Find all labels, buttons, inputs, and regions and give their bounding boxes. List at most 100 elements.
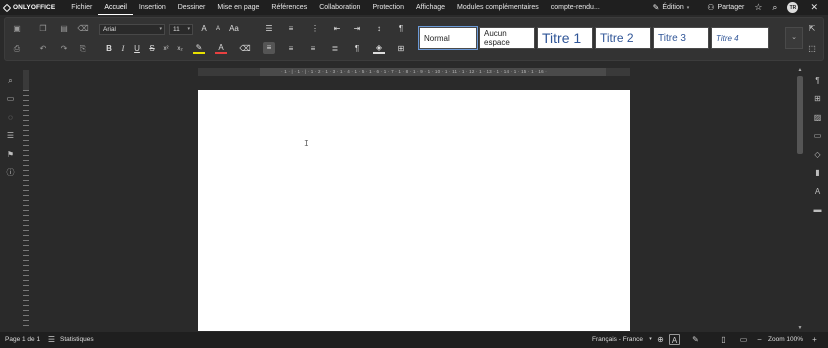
text-art-icon[interactable]: A — [812, 186, 823, 197]
font-name-select[interactable]: Arial ▾ — [99, 24, 165, 35]
table-settings-icon[interactable]: ⊞ — [812, 93, 823, 104]
favorite-star-icon[interactable]: ☆ — [754, 2, 762, 13]
navigation-icon[interactable]: ☰ — [5, 130, 16, 141]
menu-accueil[interactable]: Accueil — [98, 0, 133, 15]
user-icon: ⚇ — [707, 3, 715, 12]
superscript-icon[interactable]: x² — [160, 43, 172, 55]
image-settings-icon[interactable]: ▨ — [812, 112, 823, 123]
shape-settings-icon[interactable]: ◇ — [812, 149, 823, 160]
share-button[interactable]: ⚇ Partager — [707, 3, 744, 12]
eraser-icon[interactable]: ⌫ — [239, 43, 251, 55]
signature-icon[interactable]: ▬ — [812, 204, 823, 215]
chat-icon[interactable]: ◌ — [5, 112, 16, 123]
document-title[interactable]: compte-rendu... — [545, 0, 606, 15]
bullet-list-icon[interactable]: ☰ — [263, 23, 275, 35]
scroll-up-icon[interactable]: ▲ — [796, 66, 804, 74]
edit-mode-button[interactable]: ✎ Édition ▾ — [653, 3, 690, 12]
statistics-button[interactable]: Statistiques — [60, 332, 94, 348]
style-heading-2[interactable]: Titre 2 — [595, 27, 651, 49]
nonprinting-chars-icon[interactable]: ¶ — [351, 43, 363, 55]
about-icon[interactable]: ⓘ — [5, 167, 16, 178]
app-logo: ONLYOFFICE — [2, 3, 55, 12]
style-heading-3[interactable]: Titre 3 — [653, 27, 709, 49]
menu-insertion[interactable]: Insertion — [133, 0, 172, 15]
zoom-out-icon[interactable]: − — [754, 334, 765, 345]
vertical-ruler[interactable] — [23, 90, 29, 330]
menu-references[interactable]: Références — [265, 0, 313, 15]
menu-collaboration[interactable]: Collaboration — [313, 0, 366, 15]
copy-style-right-icon[interactable]: ⇱ — [806, 23, 818, 35]
page-info[interactable]: Page 1 de 1 — [5, 332, 40, 348]
document-language-icon[interactable]: ⊕ — [655, 334, 666, 345]
print-icon[interactable]: ⎙ — [11, 43, 23, 55]
select-all-icon[interactable]: ⬚ — [806, 43, 818, 55]
comments-icon[interactable]: ▭ — [5, 93, 16, 104]
paragraph-settings-icon[interactable]: ¶ — [812, 75, 823, 86]
language-select[interactable]: Français - France — [592, 332, 643, 348]
line-spacing-icon[interactable]: ↕ — [373, 23, 385, 35]
decrease-indent-icon[interactable]: ⇤ — [331, 23, 343, 35]
scroll-down-icon[interactable]: ▼ — [796, 324, 804, 332]
search-icon[interactable]: ⌕ — [772, 2, 777, 13]
header-footer-icon[interactable]: ▭ — [812, 130, 823, 141]
document-page[interactable]: I — [198, 90, 630, 331]
redo-icon[interactable]: ↷ — [58, 43, 70, 55]
clear-formatting-icon[interactable]: ⌫ — [77, 23, 89, 35]
undo-icon[interactable]: ↶ — [37, 43, 49, 55]
decrease-font-icon[interactable]: A — [212, 23, 224, 35]
font-size-select[interactable]: 11 ▾ — [169, 24, 193, 35]
align-right-icon[interactable]: ≡ — [307, 43, 319, 55]
paste-icon[interactable]: ▤ — [58, 23, 70, 35]
close-icon[interactable]: ✕ — [810, 2, 818, 13]
italic-icon[interactable]: I — [117, 43, 129, 55]
copy-style-icon[interactable]: ⎘ — [77, 43, 89, 55]
scrollbar-thumb[interactable] — [797, 76, 803, 154]
align-center-icon[interactable]: ≡ — [285, 43, 297, 55]
vertical-scrollbar[interactable]: ▲ ▼ — [796, 66, 804, 332]
shading-icon[interactable]: ◈ — [373, 42, 385, 54]
font-color-icon[interactable]: A — [215, 42, 227, 54]
zoom-level[interactable]: Zoom 100% — [768, 332, 803, 348]
style-normal[interactable]: Normal — [418, 26, 478, 50]
copy-icon[interactable]: ❐ — [37, 23, 49, 35]
menu-mise-en-page[interactable]: Mise en page — [211, 0, 265, 15]
style-no-spacing[interactable]: Aucun espace — [479, 27, 535, 49]
menu-fichier[interactable]: Fichier — [65, 0, 98, 15]
horizontal-ruler[interactable]: · 1 · | · 1 · | · 1 · 2 · 1 · 3 · 1 · 4 … — [198, 68, 630, 76]
menu-affichage[interactable]: Affichage — [410, 0, 451, 15]
status-bar: Page 1 de 1 ☰ Statistiques Français - Fr… — [0, 332, 828, 348]
highlight-color-icon[interactable]: ✎ — [193, 42, 205, 54]
search-icon[interactable]: ⌕ — [5, 75, 16, 86]
increase-indent-icon[interactable]: ⇥ — [351, 23, 363, 35]
align-left-icon[interactable]: ≡ — [263, 42, 275, 54]
menu-protection[interactable]: Protection — [366, 0, 410, 15]
track-changes-icon[interactable]: ✎ — [690, 334, 701, 345]
justify-icon[interactable]: ≣ — [329, 43, 341, 55]
style-heading-1[interactable]: Titre 1 — [537, 27, 593, 49]
multilevel-list-icon[interactable]: ⋮ — [309, 23, 321, 35]
chart-settings-icon[interactable]: ▮ — [812, 167, 823, 178]
zoom-in-icon[interactable]: + — [809, 334, 820, 345]
numbered-list-icon[interactable]: ≡ — [285, 23, 297, 35]
paragraph-settings-icon[interactable]: ¶ — [395, 23, 407, 35]
text-cursor-icon: I — [304, 139, 309, 148]
menu-dessiner[interactable]: Dessiner — [172, 0, 212, 15]
edit-mode-label: Édition — [662, 4, 684, 11]
save-icon[interactable]: ▣ — [11, 23, 23, 35]
spell-check-icon[interactable]: A — [669, 334, 680, 345]
strikethrough-icon[interactable]: S — [146, 43, 158, 55]
style-heading-4[interactable]: Titre 4 — [711, 27, 769, 49]
fit-width-icon[interactable]: ▭ — [738, 334, 749, 345]
menu-modules[interactable]: Modules complémentaires — [451, 0, 545, 15]
feedback-icon[interactable]: ⚑ — [5, 149, 16, 160]
subscript-icon[interactable]: x₂ — [174, 43, 186, 55]
vertical-ruler-margin — [23, 70, 29, 90]
avatar[interactable]: TR — [787, 2, 799, 13]
underline-icon[interactable]: U — [131, 43, 143, 55]
style-gallery-expand-button[interactable]: ⌄ — [785, 27, 803, 49]
fit-page-icon[interactable]: ▯ — [718, 334, 729, 345]
borders-icon[interactable]: ⊞ — [395, 43, 407, 55]
bold-icon[interactable]: B — [103, 43, 115, 55]
change-case-icon[interactable]: Aa — [228, 23, 240, 35]
increase-font-icon[interactable]: A — [198, 23, 210, 35]
